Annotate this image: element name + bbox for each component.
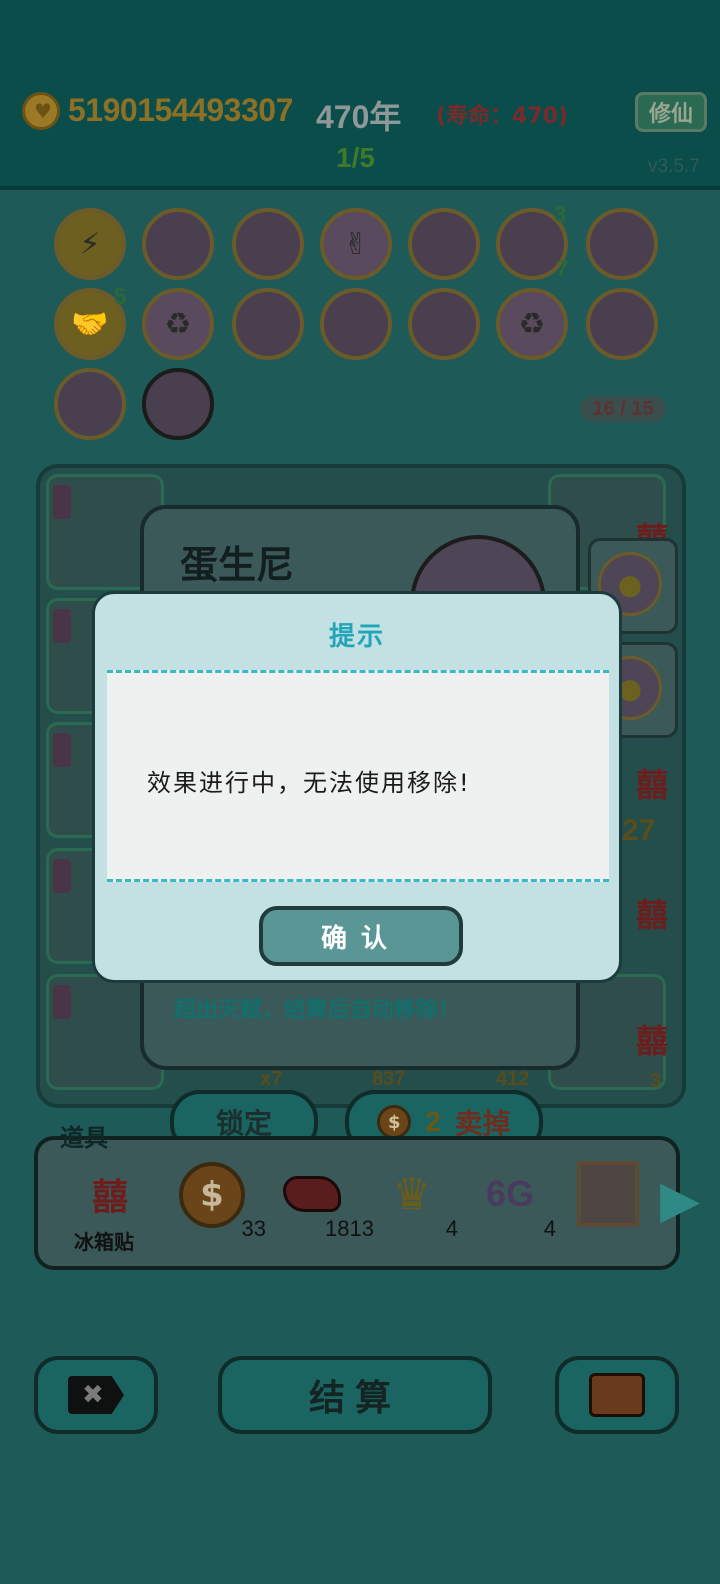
tool-caption: 冰箱贴 [74, 1230, 134, 1254]
brain-badge-icon[interactable] [408, 208, 480, 280]
lightning-badge-icon[interactable]: ⚡ [54, 208, 126, 280]
bowl-badge-icon[interactable] [586, 208, 658, 280]
fridge-sticker-icon: 囍 [91, 1177, 128, 1218]
tool-count: 1813 [325, 1216, 374, 1241]
version-label: v3.5.7 [648, 156, 700, 177]
card-count-837: 837 [372, 1068, 406, 1090]
rock-hand-badge-icon[interactable]: ✌ [320, 208, 392, 280]
skirt-badge-icon[interactable] [232, 208, 304, 280]
coin-count: 5190154493307 [68, 92, 293, 128]
handshake-count: 5 [114, 284, 127, 309]
confirm-button[interactable]: 确认 [259, 906, 463, 966]
round-progress: 1/5 [336, 142, 375, 173]
shell-count-top: 3 [554, 202, 567, 227]
dialog-message: 效果进行中，无法使用移除! [147, 769, 471, 797]
tool-crown[interactable]: ♛ 4 [372, 1162, 458, 1252]
sell-price: 2 [425, 1106, 441, 1137]
tool-coin[interactable]: $ 33 [172, 1162, 266, 1252]
egg-badge-icon[interactable] [142, 368, 214, 440]
exit-button[interactable]: ✖ [34, 1356, 158, 1434]
tool-count: 4 [543, 1216, 556, 1241]
card-tag [53, 485, 71, 519]
frame-icon [576, 1161, 640, 1227]
xi-glyph-icon: 囍 [636, 766, 669, 804]
crown-icon: ♛ [392, 1168, 432, 1220]
brain-badge-icon[interactable] [142, 208, 214, 280]
xiuxian-button[interactable]: 修仙 [635, 92, 707, 132]
bowl-badge-icon[interactable] [232, 288, 304, 360]
card-count-3: 3 [650, 1070, 662, 1092]
next-arrow-icon[interactable]: ▶ [660, 1168, 700, 1232]
tool-liver[interactable]: 1813 [272, 1162, 374, 1252]
slot-count: 16 / 15 [580, 396, 666, 422]
item-name: 蛋生尼 [180, 542, 295, 587]
card-tag [53, 609, 71, 643]
card-count-x7: x7 [260, 1068, 283, 1090]
card-tag [53, 733, 71, 767]
recycle-badge-icon[interactable]: ♻ [496, 288, 568, 360]
hint-dialog: 提示 效果进行中，无法使用移除! 确认 [92, 591, 622, 983]
brain-badge-icon[interactable] [408, 288, 480, 360]
coin-icon [22, 92, 60, 130]
xi-glyph-icon: 囍 [636, 896, 669, 934]
tools-label: 道具 [60, 1124, 108, 1152]
tool-count: 33 [241, 1216, 266, 1241]
dialog-body: 效果进行中，无法使用移除! [107, 670, 609, 882]
card-tag [53, 859, 71, 893]
card-count-27: 27 [622, 814, 656, 847]
shell-count-bottom: 7 [556, 256, 569, 281]
briefcase-icon [589, 1373, 645, 1417]
bowl-badge-icon[interactable] [54, 368, 126, 440]
settle-button[interactable]: 结算 [218, 1356, 492, 1434]
years-count: 470年 [316, 99, 402, 135]
tool-6g[interactable]: 6G 4 [470, 1162, 556, 1252]
6g-icon: 6G [485, 1173, 535, 1214]
xi-glyph-icon: 囍 [636, 1022, 669, 1060]
card-tag [53, 985, 71, 1019]
bag-button[interactable] [555, 1356, 679, 1434]
bowl-badge-icon[interactable] [586, 288, 658, 360]
brain-badge-icon[interactable] [320, 288, 392, 360]
dialog-title: 提示 [328, 622, 385, 652]
tool-count: 4 [445, 1216, 458, 1241]
coin-icon: $ [179, 1162, 245, 1228]
coin-icon: $ [377, 1105, 412, 1139]
item-note: 超出天赋，结算后自动移除！ [174, 998, 461, 1023]
lifespan-text: (寿命：470) [436, 104, 569, 129]
recycle-badge-icon[interactable]: ♻ [142, 288, 214, 360]
card-count-412: 412 [496, 1068, 530, 1090]
tool-frame[interactable] [568, 1161, 648, 1252]
close-icon: ✖ [68, 1376, 124, 1414]
